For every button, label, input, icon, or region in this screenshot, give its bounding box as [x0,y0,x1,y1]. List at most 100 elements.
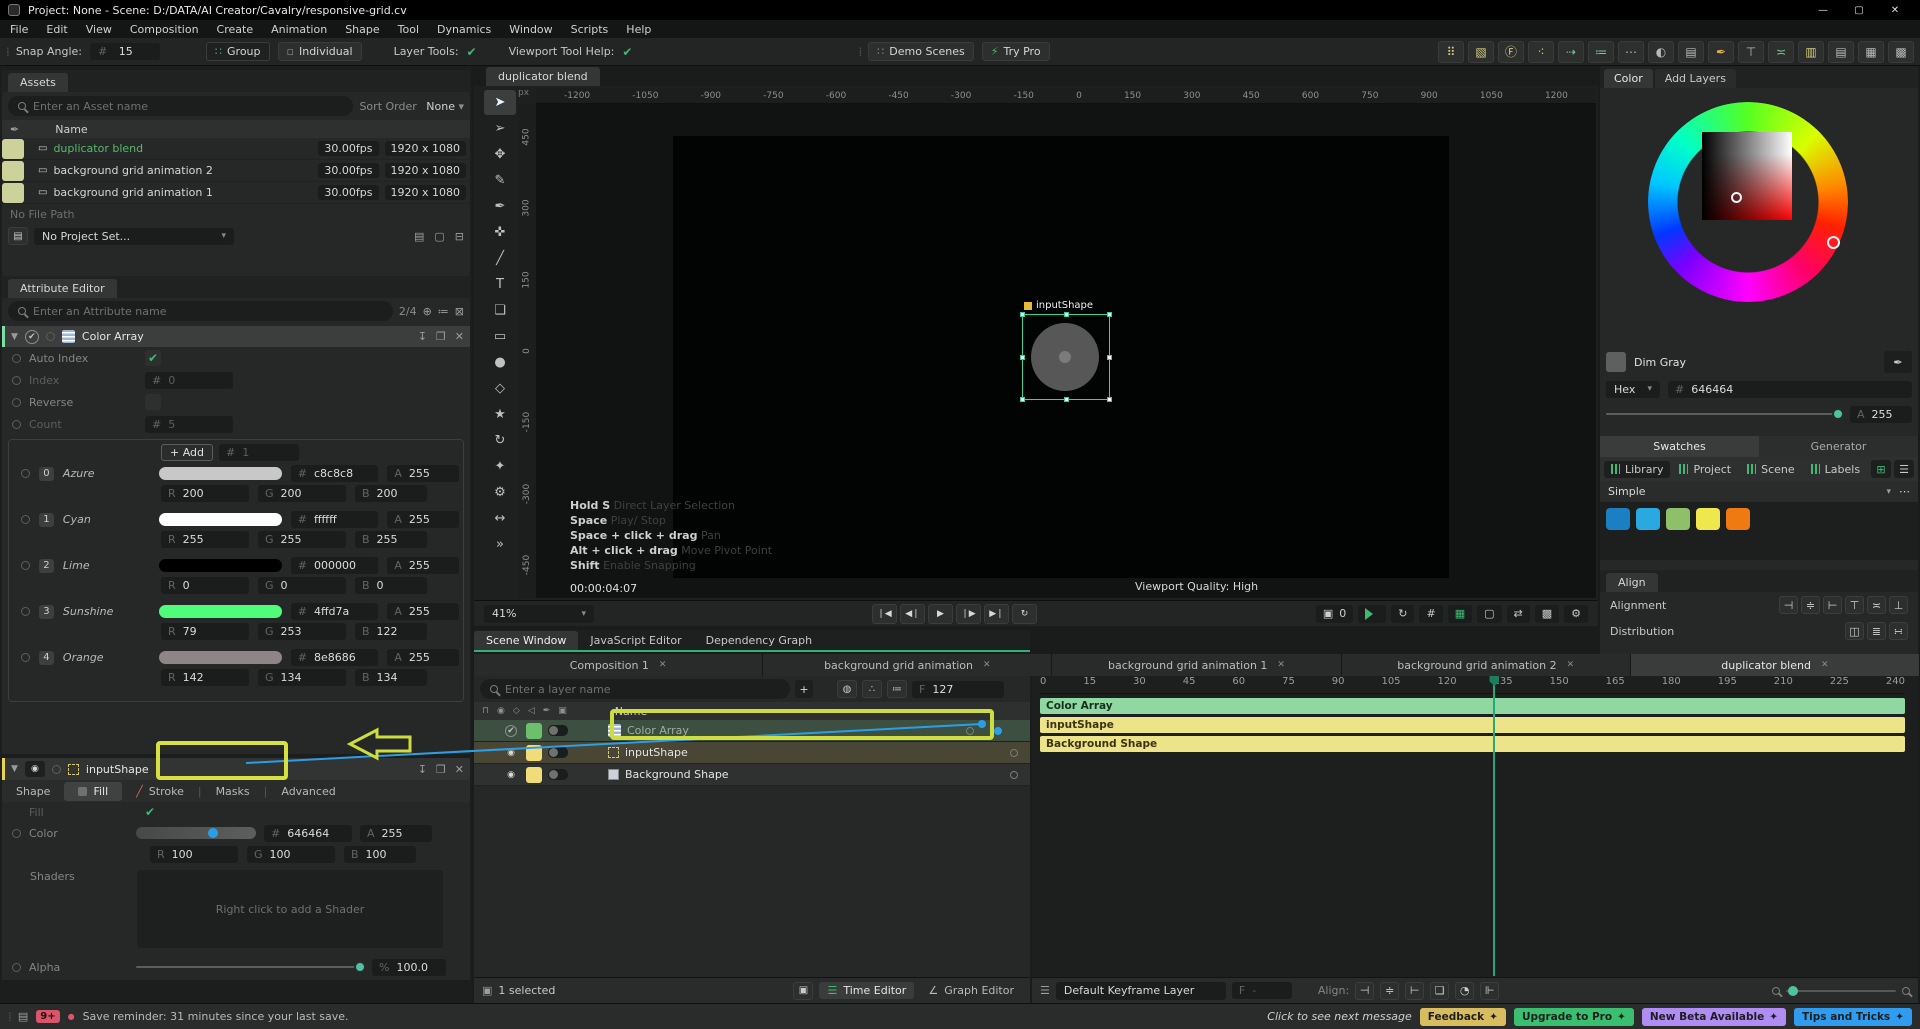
width-tool[interactable]: ↔ [484,506,516,531]
composition-tab[interactable]: Composition 1 ✕ [474,654,763,676]
layer-search-input[interactable]: Enter a layer name [480,679,790,699]
tl-align-left-icon[interactable]: ⊣ [1355,982,1374,1000]
pin-icon[interactable]: ↧ [418,763,427,776]
popout-icon[interactable]: ❐ [436,330,446,343]
align-left-icon[interactable]: ⊣ [1779,596,1798,614]
menu-item[interactable]: Scripts [571,23,609,36]
visibility-toggle[interactable]: ◉ [502,767,520,783]
add-layer-button[interactable]: + [795,680,813,698]
zoom-in-icon[interactable] [1902,987,1910,995]
rectangle-tool[interactable]: ▭ [484,324,516,349]
viewport-tab[interactable]: duplicator blend [486,67,600,86]
tab-masks[interactable]: Masks [202,782,264,801]
fill-green-field[interactable]: G100 [247,846,335,863]
reverse-checkbox[interactable] [145,394,161,410]
hue-handle[interactable] [1827,236,1840,249]
notification-badge[interactable]: 9+ [36,1010,59,1023]
asset-row[interactable]: ▭ background grid animation 1 30.00fps 1… [2,182,470,204]
camera-icon[interactable]: ▣ [558,706,567,716]
auto-index-checkbox[interactable]: ✔ [145,350,161,366]
more-icon[interactable]: ⋯ [1618,41,1644,63]
editor-tab[interactable]: Dependency Graph [694,631,824,650]
trash-icon[interactable]: ⊟ [455,230,464,243]
select-tool[interactable]: ➤ [484,90,516,115]
close-tab-icon[interactable]: ✕ [1821,660,1829,670]
zoom-out-icon[interactable] [1772,987,1780,995]
tl-align-center-icon[interactable]: ≑ [1380,982,1399,1000]
add-color-button[interactable]: + Add [161,444,213,461]
upgrade-to-pro[interactable]: Upgrade to Pro ✦ [1514,1008,1634,1026]
timeline-zoom-slider[interactable] [1786,990,1896,992]
clear-search-icon[interactable]: ⊠ [455,305,464,318]
solo-radio[interactable] [46,332,55,341]
green-field[interactable]: G253 [258,623,346,640]
list-view-button[interactable]: ☰ [1894,460,1914,478]
star-tool[interactable]: ★ [484,402,516,427]
green-field[interactable]: G134 [258,669,346,686]
color-swatch[interactable] [159,559,281,572]
menu-item[interactable]: Create [217,23,254,36]
green-field[interactable]: G0 [258,577,346,594]
maximize-button[interactable]: ▢ [1842,5,1876,16]
zoom-level-select[interactable]: 41% ▾ [484,605,594,623]
tips-and-tricks[interactable]: Tips and Tricks ✦ [1794,1008,1912,1026]
snap-angle-input[interactable]: # 15 [90,43,160,60]
blue-field[interactable]: B0 [355,577,427,594]
fill-color-slider[interactable] [136,827,256,839]
hex-field[interactable]: #ffffff [291,511,379,528]
pan-tool[interactable]: ✥ [484,142,516,167]
frame-f-icon[interactable]: Ⓕ [1498,41,1524,63]
shader-dropzone[interactable]: Right click to add a Shader [137,870,443,948]
transform-tool[interactable]: ❏ [484,298,516,323]
asset-color-chip[interactable] [2,139,24,159]
red-field[interactable]: R255 [161,531,249,548]
stack-align-icon[interactable]: ≔ [1588,41,1614,63]
tab-add-layers[interactable]: Add Layers [1655,69,1736,88]
tab-swatches[interactable]: Swatches [1600,436,1759,457]
rows-icon[interactable]: ▤ [1828,41,1854,63]
checker-icon[interactable]: ▩ [1535,605,1559,623]
alpha-field[interactable]: A255 [387,649,459,666]
group-mode-button[interactable]: ∷ Group [206,42,270,61]
color-swatch[interactable] [159,467,281,480]
hex-field[interactable]: #8e8686 [291,649,379,666]
alpha-field[interactable]: A255 [387,557,459,574]
keyframe-panel-icon[interactable]: ▤ [1678,41,1704,63]
tab-shape[interactable]: Shape [2,782,64,801]
layer-tools-checkbox[interactable]: ✔ [467,45,477,59]
distribute-grid-icon[interactable]: ∺ [1889,622,1908,640]
filter-icon[interactable]: ≔ [887,680,907,698]
zoom-attribute-icon[interactable]: ⊕ [423,305,432,318]
menu-item[interactable]: View [86,23,112,36]
slider-handle[interactable] [208,828,218,838]
message-log-icon[interactable]: ▤ [18,1010,28,1023]
columns-icon[interactable]: ▥ [1798,41,1824,63]
crescent-icon[interactable]: ◐ [1648,41,1674,63]
color-name[interactable]: Azure [63,467,151,480]
hex-input[interactable]: #646464 [1668,381,1912,398]
tab-fill[interactable]: Fill [64,782,122,801]
target-tool[interactable]: ✜ [484,220,516,245]
eye-icon[interactable]: ◉ [497,706,505,716]
layer-color-chip[interactable] [526,767,542,783]
text-tool[interactable]: T [484,272,516,297]
layer-row-background-shape[interactable]: ◉ Background Shape [474,764,1030,786]
distribute-h-icon[interactable]: ◫ [1845,622,1864,640]
alpha-field[interactable]: A255 [1850,406,1912,423]
folder-icon[interactable]: ▤ [414,230,424,243]
red-field[interactable]: R200 [161,485,249,502]
input-connector[interactable] [966,727,974,735]
asset-color-chip[interactable] [2,161,24,181]
align-top-icon[interactable]: ⊤ [1738,41,1764,63]
grid-snap-icon[interactable]: # [1419,605,1442,623]
try-pro-button[interactable]: ⚡ Try Pro [982,42,1050,61]
layer-stack-icon[interactable]: ≔ [438,305,449,318]
export-icon[interactable]: ⇄ [1507,605,1530,623]
playhead[interactable] [1493,676,1495,976]
close-attribute-icon[interactable]: ✕ [455,330,464,343]
editor-tab[interactable]: Scene Window [474,631,578,650]
asset-row[interactable]: ▭ duplicator blend 30.00fps 1920 x 1080 [2,138,470,160]
red-field[interactable]: R142 [161,669,249,686]
tl-align-right-icon[interactable]: ⊢ [1405,982,1424,1000]
align-h-center-icon[interactable]: ≑ [1801,596,1820,614]
